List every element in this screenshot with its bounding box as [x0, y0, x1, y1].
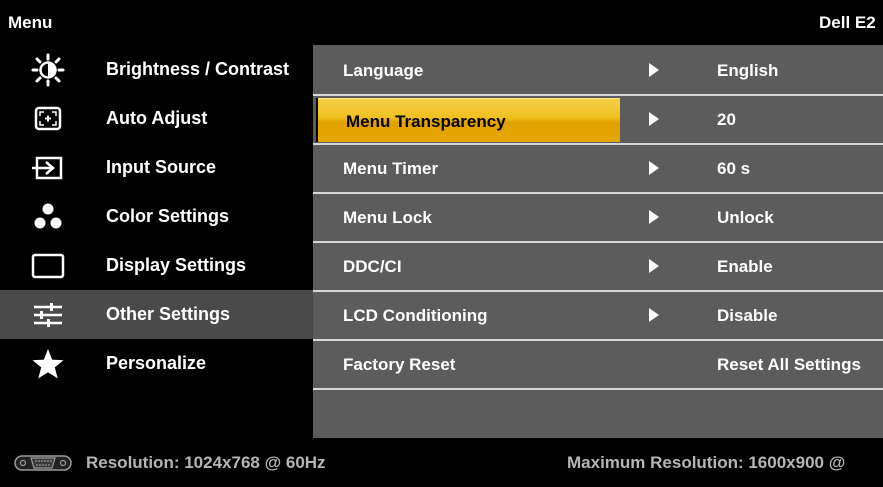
- row-value: Disable: [717, 306, 778, 325]
- star-icon: [28, 347, 68, 381]
- submenu-row-ddc-ci[interactable]: DDC/CI Enable: [313, 243, 883, 292]
- arrow-right-icon: [649, 259, 659, 273]
- title-bar: Menu Dell E2: [0, 0, 883, 45]
- status-bar: Resolution: 1024x768 @ 60Hz Maximum Reso…: [0, 438, 883, 487]
- row-label: LCD Conditioning: [343, 306, 488, 325]
- submenu-row-factory-reset[interactable]: Factory Reset Reset All Settings: [313, 341, 883, 390]
- row-label: Factory Reset: [343, 355, 456, 374]
- main-menu: Brightness / Contrast Auto Adjust Input …: [0, 45, 313, 438]
- other-settings-submenu: Language English Menu Transparency 20 Me…: [313, 45, 883, 438]
- brightness-icon: [28, 53, 68, 87]
- menu-item-color-settings[interactable]: Color Settings: [0, 192, 313, 241]
- arrow-right-icon: [649, 308, 659, 322]
- row-value: Unlock: [717, 208, 774, 227]
- selection-highlight: Menu Transparency: [316, 98, 620, 142]
- menu-item-label: Personalize: [106, 353, 207, 373]
- row-label: Menu Timer: [343, 159, 439, 178]
- menu-item-input-source[interactable]: Input Source: [0, 143, 313, 192]
- menu-item-label: Display Settings: [106, 255, 247, 275]
- menu-item-other-settings[interactable]: Other Settings: [0, 290, 313, 339]
- arrow-right-icon: [649, 161, 659, 175]
- menu-item-personalize[interactable]: Personalize: [0, 339, 313, 388]
- menu-item-label: Color Settings: [106, 206, 230, 226]
- auto-adjust-icon: [28, 102, 68, 136]
- menu-title: Menu: [8, 13, 53, 32]
- submenu-row-language[interactable]: Language English: [313, 47, 883, 96]
- row-divider: [313, 388, 883, 390]
- vga-connector-icon: [14, 455, 72, 471]
- current-resolution: Resolution: 1024x768 @ 60Hz: [86, 453, 326, 472]
- row-label: Menu Transparency: [346, 112, 506, 131]
- menu-item-brightness-contrast[interactable]: Brightness / Contrast: [0, 45, 313, 94]
- display-settings-icon: [28, 249, 68, 283]
- submenu-row-menu-transparency[interactable]: Menu Transparency 20: [313, 96, 883, 145]
- monitor-model: Dell E2: [819, 13, 876, 32]
- row-label: DDC/CI: [343, 257, 402, 276]
- menu-item-label: Input Source: [106, 157, 217, 177]
- row-value: Enable: [717, 257, 773, 276]
- menu-item-label: Other Settings: [106, 304, 231, 324]
- row-value: Reset All Settings: [717, 355, 861, 374]
- menu-item-display-settings[interactable]: Display Settings: [0, 241, 313, 290]
- maximum-resolution: Maximum Resolution: 1600x900 @: [567, 453, 846, 472]
- arrow-right-icon: [649, 63, 659, 77]
- menu-item-label: Brightness / Contrast: [106, 59, 290, 79]
- row-label: Language: [343, 61, 424, 80]
- osd-menu-window: Menu Dell E2 Brightness / Contrast Auto …: [0, 0, 883, 487]
- row-value: 60 s: [717, 159, 751, 178]
- other-settings-icon: [28, 298, 68, 332]
- arrow-right-icon: [649, 112, 659, 126]
- input-source-icon: [28, 151, 68, 185]
- submenu-row-menu-lock[interactable]: Menu Lock Unlock: [313, 194, 883, 243]
- submenu-row-menu-timer[interactable]: Menu Timer 60 s: [313, 145, 883, 194]
- submenu-row-lcd-conditioning[interactable]: LCD Conditioning Disable: [313, 292, 883, 341]
- color-settings-icon: [28, 200, 68, 234]
- menu-item-auto-adjust[interactable]: Auto Adjust: [0, 94, 313, 143]
- row-value: English: [717, 61, 779, 80]
- row-value: 20: [717, 110, 736, 129]
- menu-item-label: Auto Adjust: [106, 108, 208, 128]
- arrow-right-icon: [649, 210, 659, 224]
- row-label: Menu Lock: [343, 208, 432, 227]
